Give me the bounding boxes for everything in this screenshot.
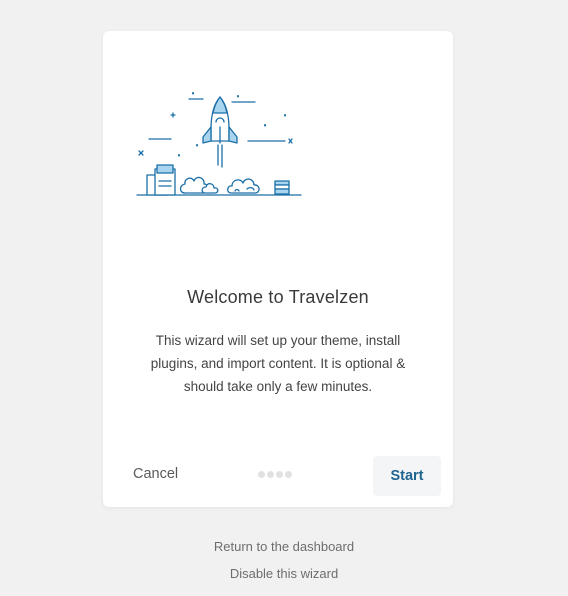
wizard-description: This wizard will set up your theme, inst… [150, 333, 406, 394]
rocket-launch-icon [135, 89, 305, 201]
step-dot [285, 471, 292, 478]
cancel-button[interactable]: Cancel [133, 466, 178, 482]
setup-wizard-card: Welcome to Travelzen This wizard will se… [103, 31, 453, 507]
step-dot [267, 471, 274, 478]
step-dot [276, 471, 283, 478]
wizard-title: Welcome to Travelzen [187, 287, 369, 307]
return-to-dashboard-link[interactable]: Return to the dashboard [0, 539, 568, 554]
step-indicator [258, 471, 292, 478]
disable-wizard-link[interactable]: Disable this wizard [0, 566, 568, 581]
start-button[interactable]: Start [373, 456, 441, 496]
step-dot [258, 471, 265, 478]
